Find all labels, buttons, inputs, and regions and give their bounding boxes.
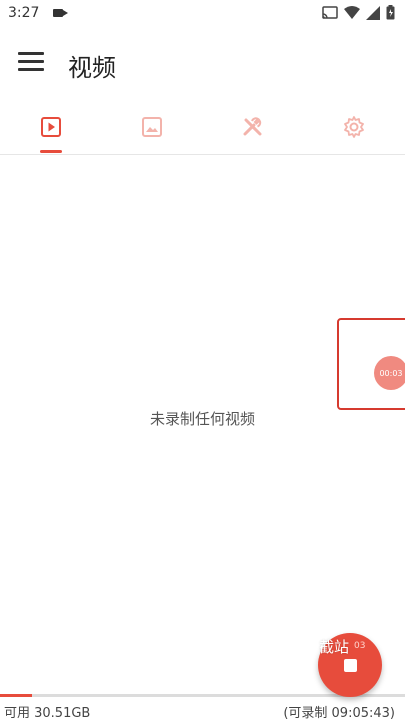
- videocam-icon: [53, 9, 68, 17]
- image-icon: [141, 117, 162, 137]
- tools-icon: [243, 117, 261, 136]
- status-icons: [322, 5, 395, 20]
- cast-icon: [322, 5, 338, 19]
- status-bar: 3:27: [0, 0, 405, 28]
- tab-video[interactable]: [0, 100, 101, 154]
- overlay-timer-bubble[interactable]: 00:03: [374, 356, 405, 390]
- menu-icon[interactable]: [18, 52, 44, 74]
- tab-tools[interactable]: [202, 100, 303, 154]
- video-play-icon: [40, 117, 61, 137]
- stop-icon: [344, 659, 357, 672]
- tab-bar: [0, 100, 405, 155]
- storage-progress-fill: [0, 694, 33, 697]
- app-bar: 视频: [0, 28, 405, 100]
- settings-icon: [343, 116, 364, 138]
- empty-state-message: 未录制任何视频: [149, 410, 255, 428]
- fab-small-text: 03: [354, 641, 366, 651]
- battery-icon: [386, 5, 395, 20]
- storage-available-text: 可用 30.51GB: [4, 706, 91, 721]
- page-title: 视频: [68, 54, 116, 82]
- fab-label: 截站: [319, 638, 350, 656]
- tab-settings[interactable]: [303, 100, 404, 154]
- wifi-icon: [344, 5, 360, 19]
- tab-images[interactable]: [101, 100, 202, 154]
- record-time-available-text: (可录制 09:05:43): [283, 706, 395, 721]
- signal-icon: [366, 5, 380, 20]
- tab-indicator: [40, 150, 62, 153]
- status-time: 3:27: [8, 5, 40, 21]
